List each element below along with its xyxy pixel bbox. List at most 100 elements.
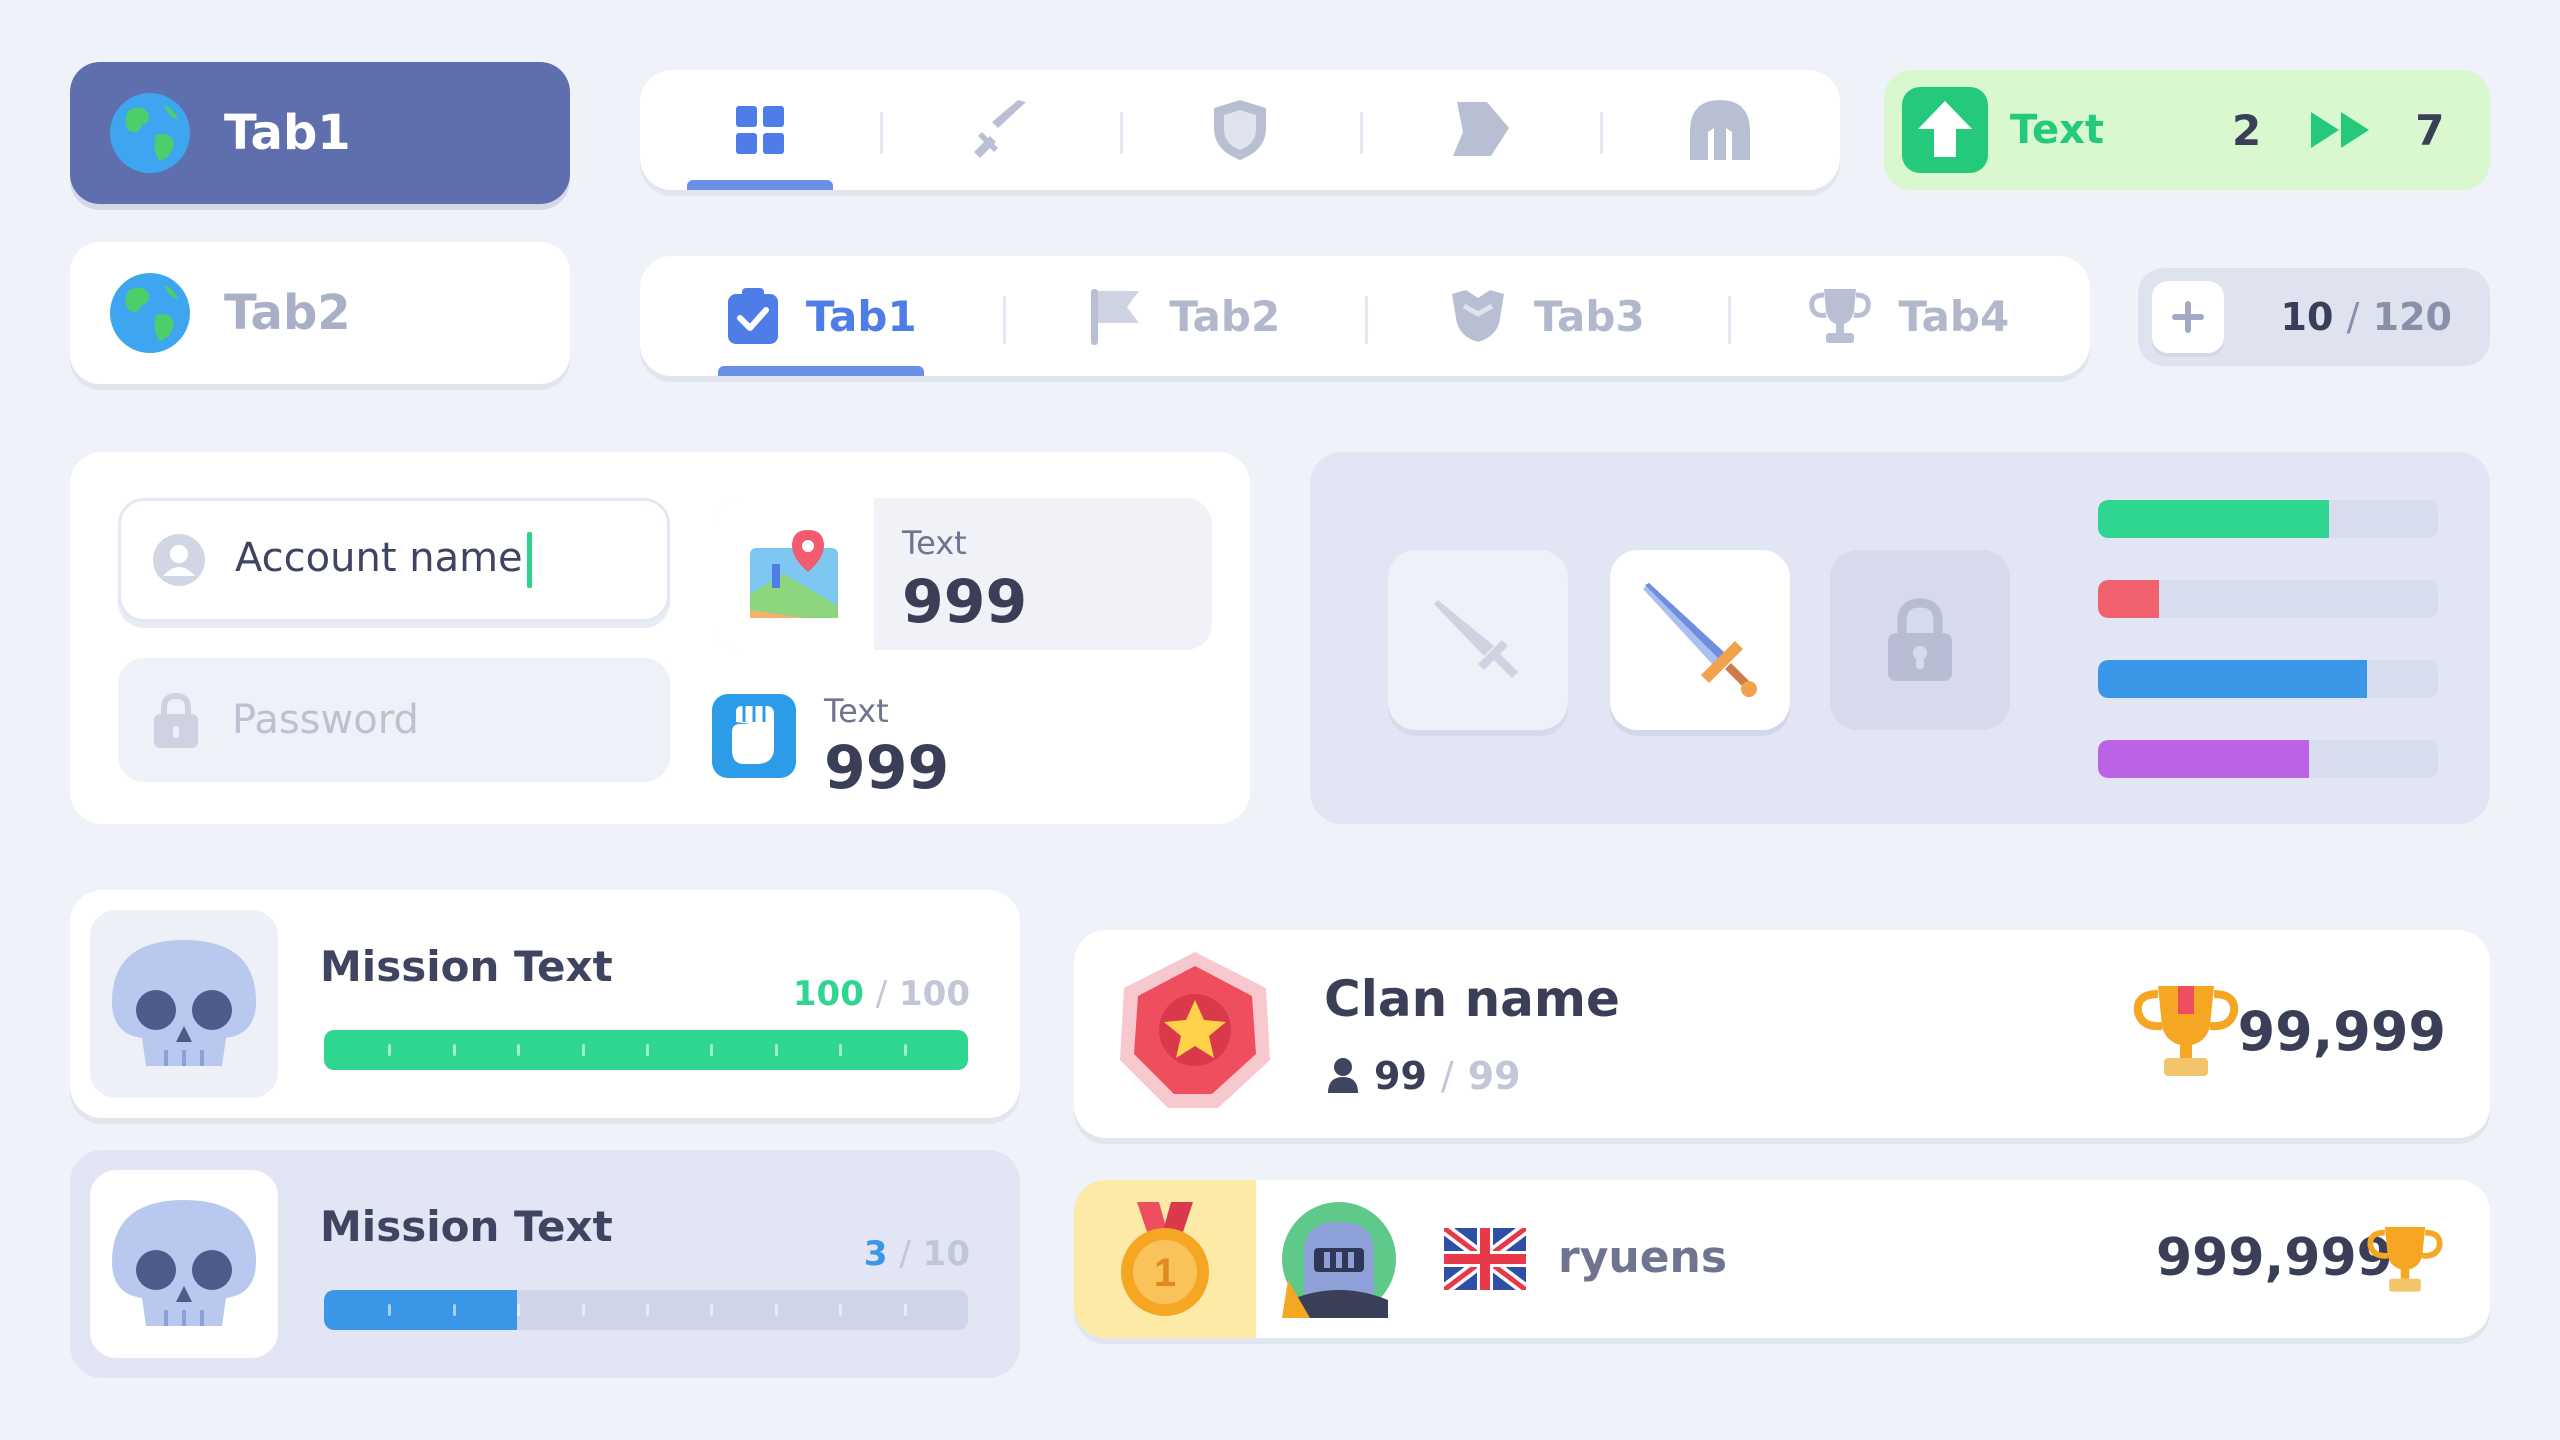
upgrade-to: 7 xyxy=(2415,105,2445,155)
helmet-icon xyxy=(1690,100,1750,160)
trophy-icon xyxy=(1809,289,1872,343)
progress-tick xyxy=(646,1044,649,1056)
mission-total: 10 xyxy=(922,1234,970,1274)
counter-max: 120 xyxy=(2372,295,2452,339)
rank-number: 1 xyxy=(1154,1251,1176,1295)
side-tab-label: Tab1 xyxy=(224,105,351,161)
player-name: ryuens xyxy=(1558,1232,1728,1283)
stat-text: Text 999 xyxy=(824,692,949,798)
equip-slot-locked[interactable] xyxy=(1830,550,2010,730)
bar-fill xyxy=(2098,580,2160,618)
mission-separator: / xyxy=(899,1234,911,1274)
arrow-up-icon xyxy=(1918,101,1972,157)
tab-sword[interactable] xyxy=(880,70,1120,190)
sword-icon xyxy=(1434,600,1518,678)
upgrade-button[interactable] xyxy=(1902,87,1988,173)
tab-label: Tab1 xyxy=(805,291,917,341)
progress-tick xyxy=(774,1304,778,1316)
side-tab-2[interactable]: Tab2 xyxy=(70,242,570,384)
bar-fill xyxy=(2098,500,2330,538)
globe-icon xyxy=(110,93,190,173)
fist-icon xyxy=(712,694,796,778)
tab-4[interactable]: Tab4 xyxy=(1727,256,2091,376)
mission-title: Mission Text xyxy=(320,942,613,991)
counter-separator: / xyxy=(2346,295,2360,339)
mission-progress-bar xyxy=(324,1030,968,1070)
tab-label: Tab2 xyxy=(1169,291,1281,341)
player-score: 999,999 xyxy=(2156,1228,2393,1288)
mission-current: 3 xyxy=(863,1234,888,1274)
progress-tick xyxy=(903,1304,907,1316)
tab-helmet[interactable] xyxy=(1600,70,1840,190)
progress-tick xyxy=(839,1304,843,1316)
skull-icon xyxy=(112,1200,256,1326)
counter-pill: 10 / 120 xyxy=(2138,268,2490,366)
map-icon-box xyxy=(714,498,874,650)
active-tab-indicator xyxy=(687,180,833,190)
equip-slot-selected[interactable] xyxy=(1610,550,1790,730)
text-caret xyxy=(526,532,532,588)
progress-tick xyxy=(452,1044,456,1056)
stat-bar xyxy=(2098,580,2438,618)
progress-tick xyxy=(646,1304,649,1316)
tab-grid[interactable] xyxy=(640,70,880,190)
upgrade-from: 2 xyxy=(2232,105,2262,155)
progress-tick xyxy=(839,1044,843,1056)
account-name-input[interactable]: Account name xyxy=(118,498,670,622)
members-current: 99 xyxy=(1374,1054,1427,1098)
star-badge-icon xyxy=(1120,952,1270,1108)
mission-card[interactable]: Mission Text 100 / 100 xyxy=(70,890,1020,1118)
side-tab-1[interactable]: Tab1 xyxy=(70,62,570,204)
bar-fill xyxy=(2098,660,2367,698)
progress-tick xyxy=(517,1044,521,1056)
stat-value: 999 xyxy=(902,567,1028,637)
sword-icon xyxy=(974,100,1026,158)
password-input[interactable]: Password xyxy=(118,658,670,782)
clan-trophies: 99,999 xyxy=(2237,1000,2446,1063)
tab-label: Tab3 xyxy=(1533,291,1645,341)
mission-current: 100 xyxy=(792,974,864,1014)
tab-shield[interactable] xyxy=(1120,70,1360,190)
equip-slot-disabled[interactable] xyxy=(1388,550,1568,730)
plus-icon xyxy=(2172,301,2204,333)
sword-icon xyxy=(1643,583,1757,697)
lock-icon xyxy=(1888,598,1952,681)
tab-3[interactable]: Tab3 xyxy=(1365,256,1728,376)
text-tab-bar: Tab1 Tab2 Tab3 Tab4 xyxy=(640,256,2090,376)
uk-flag-icon xyxy=(1444,1228,1526,1290)
armor-icon xyxy=(1451,290,1504,342)
tab-boot[interactable] xyxy=(1360,70,1600,190)
progress-tick xyxy=(581,1044,585,1056)
mission-progress-fill xyxy=(324,1290,518,1330)
gold-medal-icon: 1 xyxy=(1121,1202,1209,1316)
map-icon xyxy=(750,530,838,618)
tab-2[interactable]: Tab2 xyxy=(1002,256,1366,376)
counter-current: 10 xyxy=(2280,295,2334,339)
password-placeholder: Password xyxy=(232,697,419,743)
progress-tick xyxy=(517,1304,521,1316)
clan-card[interactable]: Clan name 99 / 99 99,999 xyxy=(1074,930,2490,1138)
members-separator: / xyxy=(1440,1054,1454,1098)
add-button[interactable] xyxy=(2152,281,2224,353)
progress-tick xyxy=(581,1304,585,1316)
stat-bar xyxy=(2098,500,2438,538)
tab-1[interactable]: Tab1 xyxy=(640,256,1003,376)
upgrade-panel: Text 2 7 xyxy=(1884,70,2490,190)
stat-text: Text 999 xyxy=(902,524,1027,632)
tab-label: Tab4 xyxy=(1898,291,2010,341)
progress-tick xyxy=(388,1044,392,1056)
leaderboard-row[interactable]: 1 ryuens 999,999 xyxy=(1074,1180,2490,1338)
progress-tick xyxy=(710,1044,714,1056)
grid-icon xyxy=(736,106,784,154)
progress-tick xyxy=(774,1044,778,1056)
active-tab-indicator xyxy=(718,366,925,376)
mission-title: Mission Text xyxy=(320,1202,613,1251)
icon-tab-bar xyxy=(640,70,1840,190)
mission-card[interactable]: Mission Text 3 / 10 xyxy=(70,1150,1020,1378)
progress-tick xyxy=(710,1304,714,1316)
mission-total: 100 xyxy=(899,974,970,1014)
stat-value: 999 xyxy=(824,733,950,803)
clan-members: 99 / 99 xyxy=(1326,1054,1521,1098)
progress-tick xyxy=(452,1304,456,1316)
equipment-panel xyxy=(1310,452,2490,824)
